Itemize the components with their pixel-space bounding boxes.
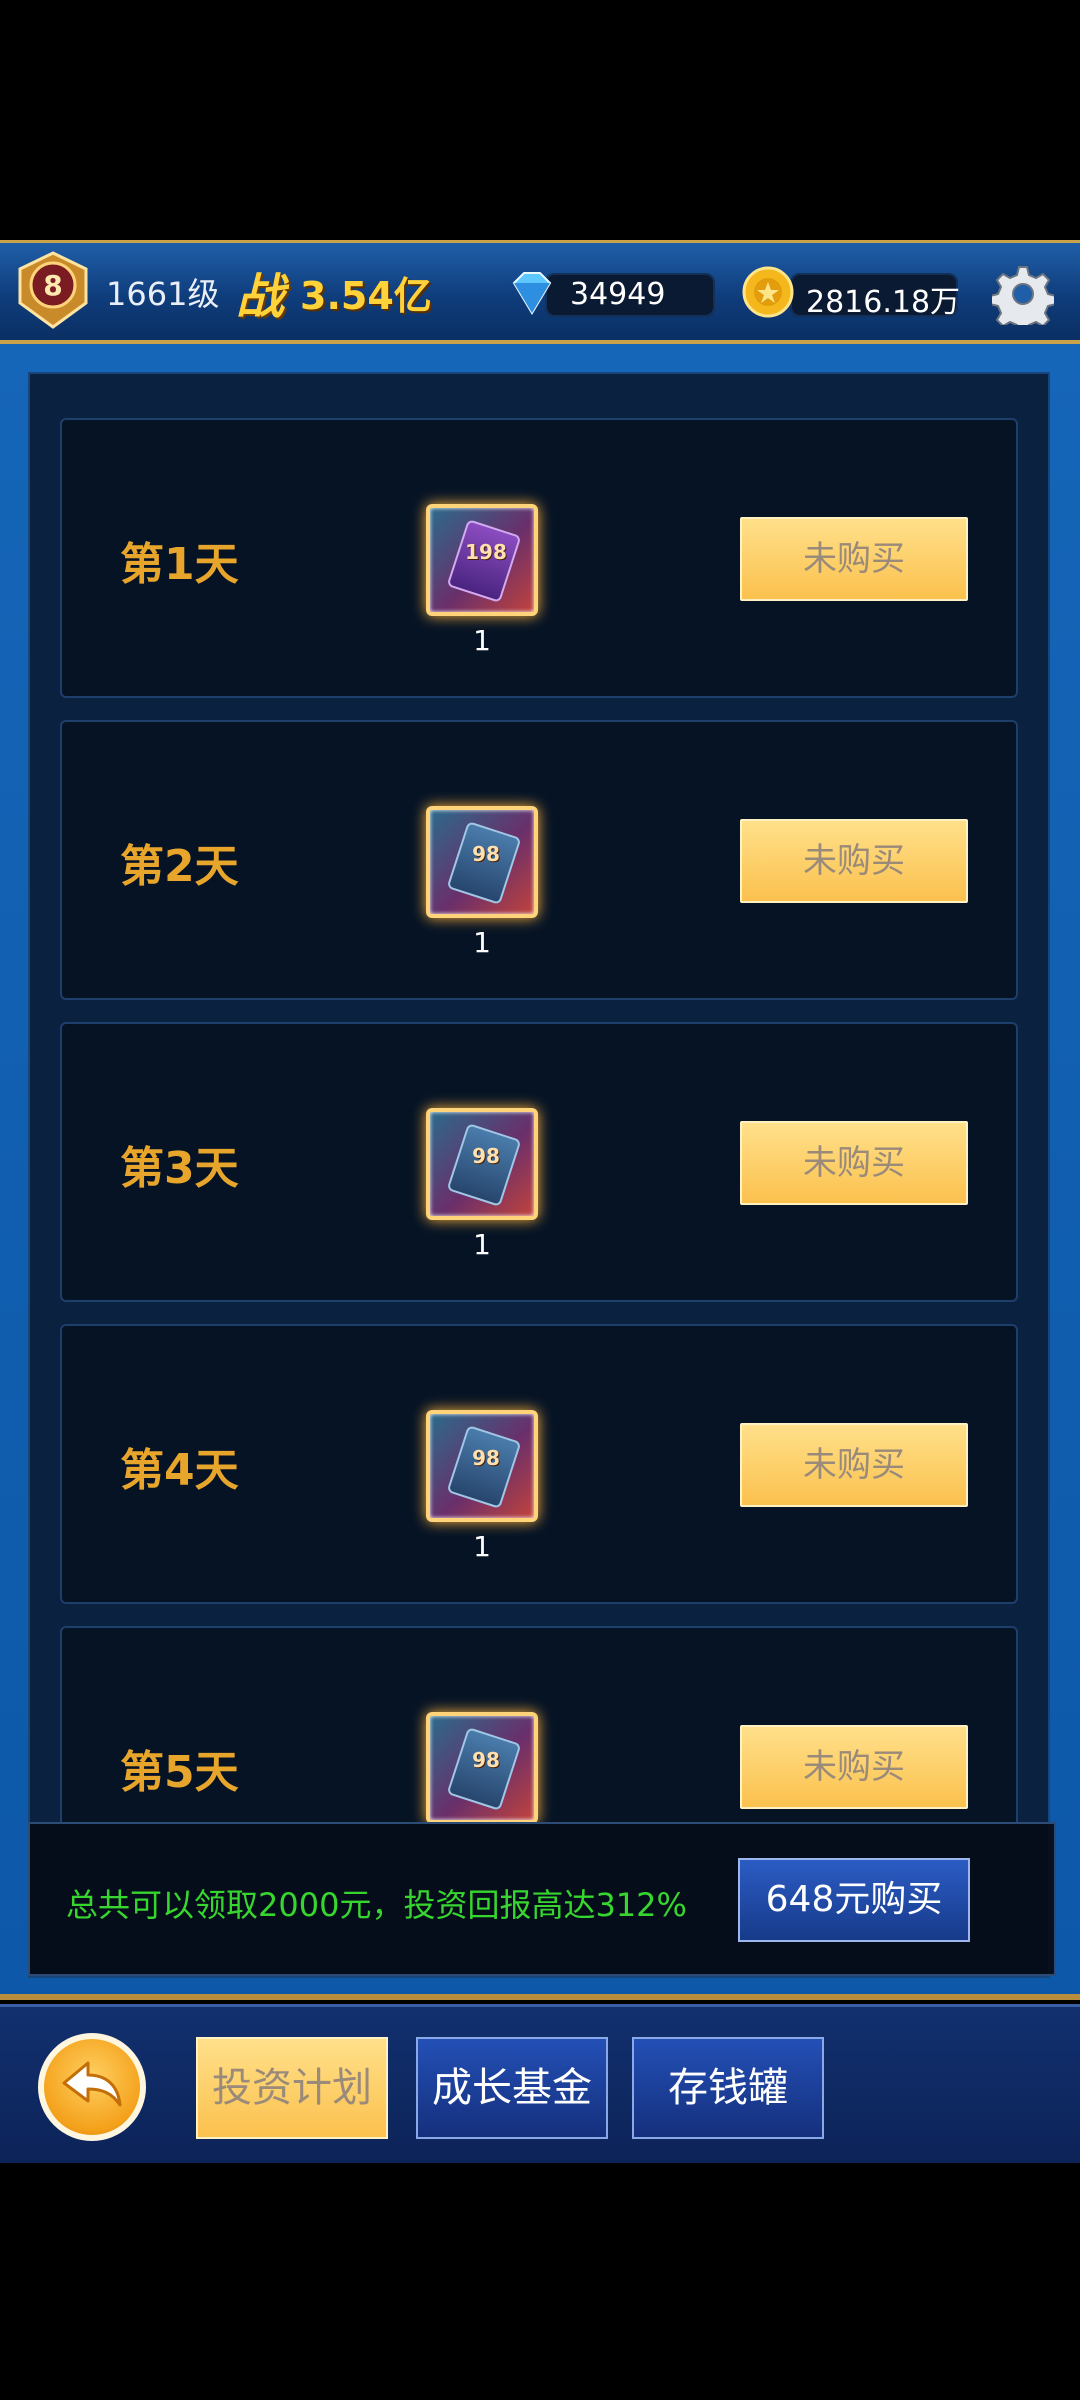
- investment-return-text: 总共可以领取2000元，投资回报高达312%: [66, 1886, 687, 1924]
- not-purchased-button[interactable]: 未购买: [740, 517, 968, 601]
- reward-card-item[interactable]: 98: [426, 1712, 538, 1823]
- item-quantity: 1: [473, 926, 491, 959]
- card-value: 198: [465, 540, 507, 564]
- day-label: 第4天: [120, 1445, 239, 1496]
- reward-row: 第2天 98 1 未购买: [60, 720, 1018, 1000]
- day-label: 第3天: [120, 1143, 239, 1194]
- back-button[interactable]: [38, 2033, 146, 2141]
- reward-card-item[interactable]: 98: [426, 1410, 538, 1522]
- reward-row: 第3天 98 1 未购买: [60, 1022, 1018, 1302]
- battle-label: 战: [236, 269, 285, 325]
- item-quantity: 1: [473, 624, 491, 657]
- day-label: 第1天: [120, 539, 239, 590]
- not-purchased-button[interactable]: 未购买: [740, 1121, 968, 1205]
- item-quantity: 1: [473, 1530, 491, 1563]
- tab-piggy-bank[interactable]: 存钱罐: [632, 2037, 824, 2139]
- item-quantity: 1: [473, 1228, 491, 1261]
- not-purchased-button[interactable]: 未购买: [740, 1423, 968, 1507]
- tab-investment-plan[interactable]: 投资计划: [196, 2037, 388, 2139]
- tab-growth-fund[interactable]: 成长基金: [416, 2037, 608, 2139]
- day-label: 第5天: [120, 1747, 239, 1798]
- vip-badge-icon[interactable]: 8: [8, 247, 98, 333]
- card-value: 98: [472, 1748, 500, 1772]
- diamond-count: 34949: [570, 277, 666, 312]
- diamond-icon: [512, 272, 552, 315]
- bottom-nav: 投资计划 成长基金 存钱罐: [0, 2004, 1080, 2163]
- top-status-bar: 8 1661级 战 3.54亿 34949 2816.18万: [0, 240, 1080, 344]
- gold-count: 2816.18万: [806, 285, 961, 320]
- not-purchased-button[interactable]: 未购买: [740, 819, 968, 903]
- reward-row: 第4天 98 1 未购买: [60, 1324, 1018, 1604]
- reward-card-item[interactable]: 198: [426, 504, 538, 616]
- investment-info-bar: 总共可以领取2000元，投资回报高达312% 648元购买: [28, 1822, 1056, 1976]
- gold-coin-icon: [742, 266, 794, 318]
- reward-row: 第1天 198 1 未购买: [60, 418, 1018, 698]
- card-value: 98: [472, 1144, 500, 1168]
- buy-648-button[interactable]: 648元购买: [738, 1858, 970, 1942]
- day-label: 第2天: [120, 841, 239, 892]
- back-arrow-icon: [62, 2061, 122, 2107]
- card-value: 98: [472, 1446, 500, 1470]
- reward-card-item[interactable]: 98: [426, 806, 538, 918]
- vip-level: 8: [43, 269, 62, 302]
- reward-list[interactable]: 第1天 198 1 未购买 第2天 98 1 未购买 第3天 98 1 未购买 …: [60, 418, 1018, 1823]
- player-level: 1661级: [106, 275, 220, 313]
- reward-card-item[interactable]: 98: [426, 1108, 538, 1220]
- gear-icon[interactable]: [992, 263, 1054, 325]
- battle-power: 3.54亿: [300, 274, 432, 318]
- card-value: 98: [472, 842, 500, 866]
- not-purchased-button[interactable]: 未购买: [740, 1725, 968, 1809]
- reward-row: 第5天 98 1 未购买: [60, 1626, 1018, 1823]
